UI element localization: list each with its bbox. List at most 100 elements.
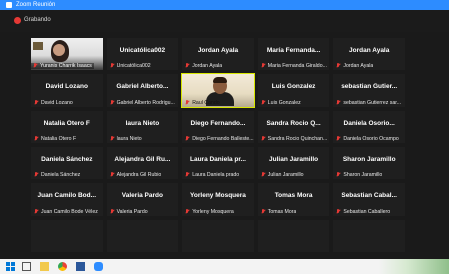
participant-name-label: Natalia Otero F [34,135,77,142]
participant-tile[interactable]: Raul Cando [181,73,255,108]
window-title: Zoom Reunión [16,2,56,8]
gallery-grid: Yuranis Charrik Isaacs Unicatólica002 Unic… [31,38,405,252]
recording-label: Grabando [24,17,51,23]
participant-display-name: Sandra Rocio Q... [266,119,321,127]
participant-name-text: Diego Fernando Balleste... [192,135,254,142]
participant-tile[interactable]: Diego Fernando... Diego Fernando Balleste… [182,110,254,143]
participant-name-text: Tomas Mora [267,208,297,215]
mic-muted-icon [110,208,115,214]
participant-name-label: Diego Fernando Balleste... [185,135,254,142]
participant-name-label: Valeria Pardo [110,208,148,215]
participant-name-text: Juan Camilo Bode Vélez [41,208,98,215]
participant-tile[interactable]: Jordan Ayala Jordan Ayala [333,38,405,71]
meeting-top-strip [0,10,449,32]
participant-display-name: Sharon Jaramillo [342,155,396,163]
participant-tile[interactable]: Alejandra Gil Ru... Alejandra Gil Rubio [106,146,179,180]
taskbar-tray-area [379,259,449,274]
mic-muted-icon [261,208,266,214]
mic-muted-icon [34,208,39,214]
participant-name-label: Daniela Sánchez [34,172,80,178]
participant-tile[interactable]: Sharon Jaramillo Sharon Jaramillo [333,146,405,180]
mic-muted-icon [34,135,39,141]
zoom-logo-icon [6,2,12,8]
participant-name-label: Gabriel Alberto Rodrigu... [110,99,175,106]
participant-name-label: sebastian Gutierrez sar... [336,99,402,106]
participant-name-label: laura Nieto [110,135,142,142]
participant-tile[interactable] [31,219,103,252]
participant-name-text: Laura Daniela prado [192,172,240,179]
participant-tile[interactable]: Jordan Ayala Jordan Ayala [182,38,254,71]
participant-display-name: sebastian Gutier... [341,83,398,91]
participant-display-name: David Lozano [45,83,88,91]
word-icon[interactable] [76,262,85,271]
participant-tile[interactable]: Luis Gonzalez Luis Gonzalez [257,74,330,107]
participant-tile[interactable]: Yuranis Charrik Isaacs [31,38,103,71]
mic-muted-icon [110,99,115,105]
participant-name-text: Sharon Jaramillo [343,172,383,179]
participant-display-name: Natalia Otero F [43,119,90,127]
participant-name-text: Yuranis Charrik Isaacs [40,63,92,70]
participant-tile[interactable]: Laura Daniela pr... Laura Daniela prado [182,146,254,180]
recording-icon [14,17,21,24]
participant-tile[interactable]: David Lozano David Lozano [31,74,103,107]
participant-tile[interactable]: Tomas Mora Tomas Mora [257,183,330,216]
participant-name-label: Yuranis Charrik Isaacs [31,63,94,70]
participant-name-text: Luis Gonzalez [267,99,301,106]
participant-tile[interactable]: Juan Camilo Bod... Juan Camilo Bode Vélez [31,183,103,216]
participant-name-label: Sandra Rocio Quinchan... [261,135,327,142]
participant-tile[interactable]: Sebastian Cabal... Sebastian Caballero [333,183,405,216]
participant-tile[interactable] [182,219,254,252]
participant-display-name: María Fernanda... [266,47,321,54]
participant-name-text: Unicatólica002 [116,63,151,70]
participant-name-label: Laura Daniela prado [185,172,239,178]
participant-name-label: Jordan Ayala [336,63,373,69]
participant-display-name: Juan Camilo Bod... [37,192,97,200]
participant-tile[interactable]: Yorleny Mosquera Yorleny Mosquera [182,183,254,216]
participant-display-name: Tomas Mora [274,192,313,200]
participant-name-label: Juan Camilo Bode Vélez [34,208,98,215]
zoom-icon[interactable] [94,262,103,271]
file-explorer-icon[interactable] [40,262,49,271]
participant-tile[interactable]: María Fernanda... Maria Fernanda Giraldo.… [257,38,330,71]
participant-name-text: sebastian Gutierrez sar... [343,99,402,106]
participant-tile[interactable] [106,219,179,252]
participant-tile[interactable] [333,219,405,252]
mic-muted-icon [336,172,341,177]
participant-tile[interactable]: Natalia Otero F Natalia Otero F [31,110,103,143]
participant-tile[interactable]: Daniela Osorio... Daniela Osorio Ocampo [333,110,405,143]
participant-tile[interactable]: Unicatólica002 Unicatólica002 [106,38,179,71]
participant-name-text: Natalia Otero F [41,135,77,142]
participant-name-label: Maria Fernanda Giraldo... [261,63,327,69]
participant-display-name: Sebastian Cabal... [341,192,397,200]
mic-muted-icon [185,135,190,141]
windows-start-icon[interactable] [6,262,15,271]
participant-display-name: Julian Jaramillo [269,155,319,163]
participant-name-text: Yorleny Mosquera [192,208,234,215]
participant-name-text: Sebastian Caballero [343,208,391,215]
participant-name-text: Daniela Sánchez [41,172,81,179]
task-view-icon[interactable] [22,262,31,271]
participant-tile[interactable]: laura Nieto laura Nieto [106,110,179,143]
mic-muted-icon [261,63,266,68]
participant-tile[interactable]: Gabriel Alberto... Gabriel Alberto Rodrig… [106,74,179,107]
participant-display-name: Laura Daniela pr... [189,155,246,163]
chrome-icon[interactable] [58,262,67,271]
participant-display-name: Daniela Sánchez [41,155,93,163]
participant-tile[interactable]: Julian Jaramillo Julian Jaramillo [257,146,330,180]
participant-tile[interactable] [257,219,330,252]
participant-name-text: Alejandra Gil Rubio [116,172,162,179]
mic-muted-icon [261,172,266,177]
mic-muted-icon [261,99,266,105]
participant-tile[interactable]: Valeria Pardo Valeria Pardo [106,183,179,216]
participant-name-label: Sebastian Caballero [336,208,391,215]
participant-tile[interactable]: sebastian Gutier... sebastian Gutierrez s… [333,74,405,107]
participant-display-name: Unicatólica002 [119,47,166,54]
participant-name-label: Alejandra Gil Rubio [110,172,162,179]
mic-muted-icon [185,208,190,214]
participant-name-label: Unicatólica002 [110,63,151,69]
participant-name-label: Tomas Mora [261,208,297,215]
participant-tile[interactable]: Sandra Rocio Q... Sandra Rocio Quinchan..… [257,110,330,143]
participant-tile[interactable]: Daniela Sánchez Daniela Sánchez [31,146,103,180]
participant-name-text: Maria Fernanda Giraldo... [267,63,327,70]
participant-display-name: Valeria Pardo [121,192,163,200]
